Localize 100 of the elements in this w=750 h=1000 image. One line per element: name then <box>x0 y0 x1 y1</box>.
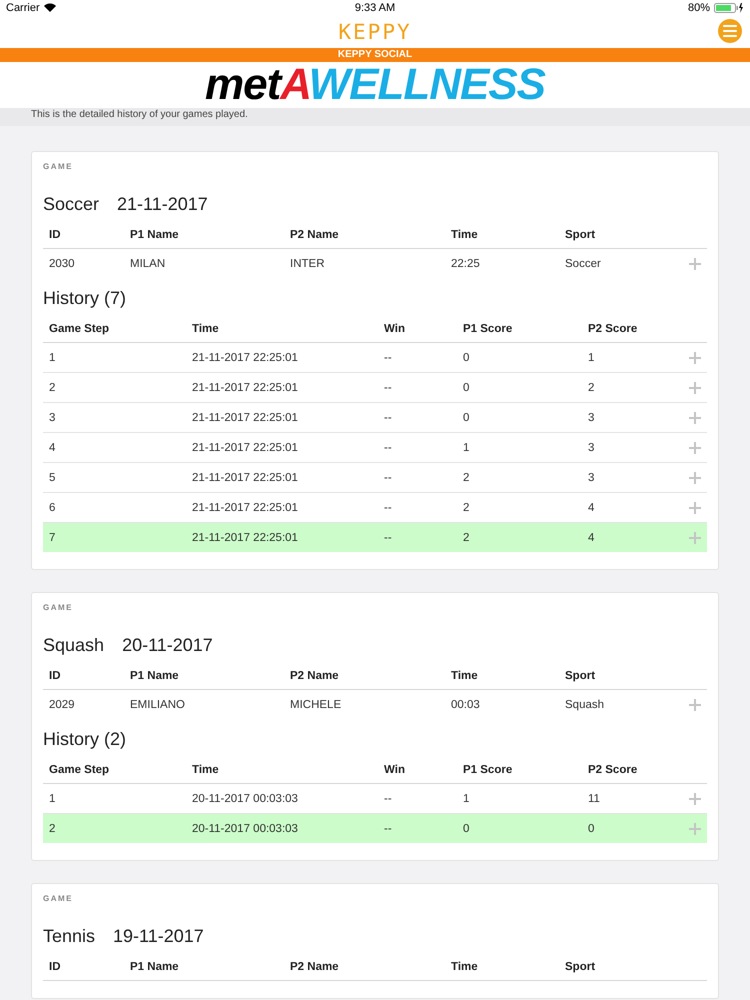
menu-button[interactable] <box>718 19 742 43</box>
table-cell-text: 0 <box>463 412 470 424</box>
table-cell-text: 2 <box>588 382 596 394</box>
plus-icon[interactable] <box>689 502 701 514</box>
table-cell-text: MILAN <box>130 258 166 270</box>
table-cell-text: 1 <box>588 352 596 364</box>
table-cell-text: -- <box>384 822 393 834</box>
column-header: ID <box>49 670 62 682</box>
column-header: P2 Score <box>588 322 638 334</box>
column-header: P1 Name <box>130 228 180 240</box>
table-cell-text: 1 <box>463 792 470 804</box>
card-label: GAME <box>43 162 73 171</box>
table-cell-text: 4 <box>588 502 596 514</box>
column-header: Time <box>451 228 479 240</box>
table-cell-text: 3 <box>588 412 596 424</box>
table-cell-text: MICHELE <box>290 698 342 710</box>
clock-time: 9:33 AM <box>354 2 396 14</box>
battery-percent: 80% <box>688 2 710 14</box>
menu-icon <box>723 25 737 37</box>
history-title: History (2) <box>43 729 126 749</box>
column-header: P1 Name <box>130 960 180 972</box>
table-cell-text: -- <box>384 502 393 514</box>
column-header: P2 Name <box>290 960 340 972</box>
game-sport: Soccer <box>43 194 100 215</box>
table-cell-text: INTER <box>290 258 326 270</box>
column-header: ID <box>49 228 62 240</box>
game-date: 20-11-2017 <box>122 635 213 656</box>
table-cell-text: -- <box>384 792 393 804</box>
plus-icon[interactable] <box>689 412 701 424</box>
carrier-label: Carrier <box>6 2 40 14</box>
card-label: GAME <box>43 603 73 612</box>
column-header: Time <box>451 670 479 682</box>
table-cell-text: EMILIANO <box>130 698 186 710</box>
table-cell-text: 21-11-2017 22:25:01 <box>192 442 299 454</box>
game-sport: Tennis <box>43 926 96 947</box>
history-title: History (7) <box>43 288 126 308</box>
plus-icon[interactable] <box>689 822 701 834</box>
plus-icon[interactable] <box>689 698 701 710</box>
table-cell-text: 4 <box>588 532 596 544</box>
game-date: 19-11-2017 <box>113 926 204 947</box>
table-cell-text: 0 <box>463 352 470 364</box>
table-cell-text: 21-11-2017 22:25:01 <box>192 502 299 514</box>
table-cell-text: 2 <box>49 382 56 394</box>
intro-text: This is the detailed history of your games played. <box>31 109 248 120</box>
plus-icon[interactable] <box>689 472 701 484</box>
column-header: P2 Name <box>290 670 340 682</box>
table-cell-text: 2 <box>463 472 470 484</box>
column-header: Sport <box>565 228 596 240</box>
table-cell-text: 1 <box>49 792 56 804</box>
wifi-icon <box>44 3 56 12</box>
table-cell-text: 1 <box>463 442 470 454</box>
table-cell-text: 2030 <box>49 258 76 270</box>
table-cell-text: -- <box>384 412 393 424</box>
table-cell-text: 7 <box>49 532 56 544</box>
table-cell-text: 0 <box>588 822 596 834</box>
plus-icon[interactable] <box>689 792 701 804</box>
table-cell-text: 21-11-2017 22:25:01 <box>192 472 299 484</box>
column-header: P2 Name <box>290 228 340 240</box>
plus-icon[interactable] <box>689 442 701 454</box>
table-cell-text: 2029 <box>49 698 76 710</box>
plus-icon[interactable] <box>689 382 701 394</box>
column-header: Time <box>451 960 479 972</box>
table-cell-text: 0 <box>463 822 470 834</box>
table-cell-text: 20-11-2017 00:03:03 <box>192 792 299 804</box>
table-cell-text: Squash <box>565 698 606 710</box>
table-cell-text: 6 <box>49 502 56 514</box>
plus-icon[interactable] <box>689 258 701 270</box>
table-cell-text: 21-11-2017 22:25:01 <box>192 352 299 364</box>
table-cell-text: 2 <box>463 532 470 544</box>
brand-logo: metAWELLNESS <box>204 62 546 108</box>
plus-icon[interactable] <box>689 532 701 544</box>
column-header: P2 Score <box>588 764 638 776</box>
table-cell-text: Soccer <box>565 258 602 270</box>
table-cell-text: 0 <box>463 382 470 394</box>
app-logo: KEPPY <box>338 20 412 44</box>
column-header: Win <box>384 764 406 776</box>
table-cell-text: 3 <box>588 472 596 484</box>
column-header: Sport <box>565 670 596 682</box>
table-cell-text: 5 <box>49 472 56 484</box>
table-cell-text: 22:25 <box>451 258 481 270</box>
table-cell-text: -- <box>384 442 393 454</box>
table-cell-text: -- <box>384 382 393 394</box>
table-cell-text: 2 <box>49 822 56 834</box>
column-header: Win <box>384 322 406 334</box>
table-cell-text: 4 <box>49 442 56 454</box>
column-header: Game Step <box>49 764 110 776</box>
column-header: Game Step <box>49 322 110 334</box>
table-cell-text: 21-11-2017 22:25:01 <box>192 532 299 544</box>
table-cell-text: 21-11-2017 22:25:01 <box>192 382 299 394</box>
column-header: P1 Score <box>463 764 514 776</box>
table-cell-text: 00:03 <box>451 698 481 710</box>
table-cell-text: -- <box>384 352 393 364</box>
column-header: Time <box>192 764 220 776</box>
table-cell-text: 21-11-2017 22:25:01 <box>192 412 299 424</box>
table-cell-text: 1 <box>49 352 56 364</box>
section-banner: KEPPY SOCIAL <box>0 48 750 62</box>
card-label: GAME <box>43 894 73 903</box>
column-header: P1 Score <box>463 322 514 334</box>
table-cell-text: 3 <box>588 442 596 454</box>
plus-icon[interactable] <box>689 352 701 364</box>
